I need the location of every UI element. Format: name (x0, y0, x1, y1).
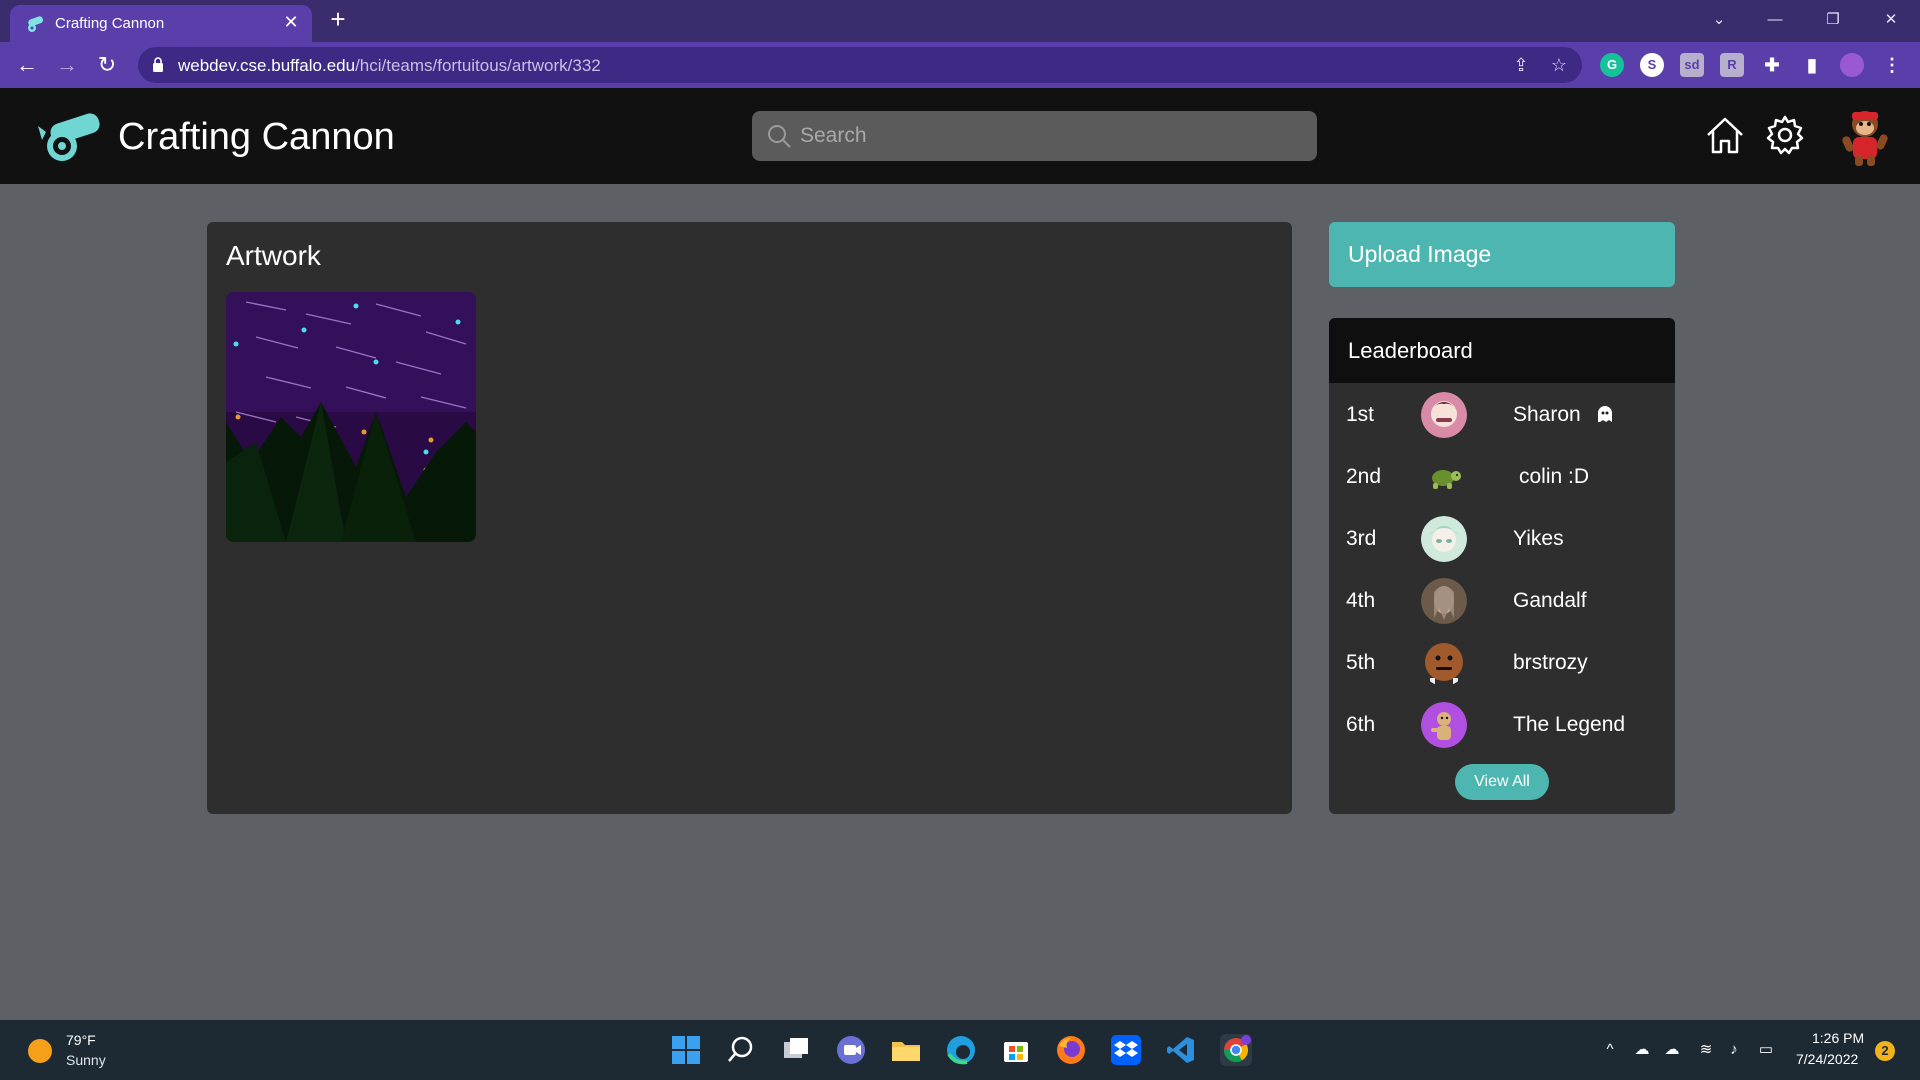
weather-condition[interactable]: Sunny (66, 1052, 106, 1068)
new-tab-button[interactable]: + (324, 6, 352, 34)
restore-button[interactable]: ❐ (1810, 4, 1856, 36)
extensions-puzzle-icon[interactable]: ✚ (1760, 53, 1784, 77)
search-input[interactable] (800, 111, 1300, 161)
home-icon[interactable] (1704, 114, 1746, 156)
leaderboard-name: colin :D (1519, 465, 1590, 488)
firefox-icon[interactable] (1055, 1034, 1087, 1066)
leaderboard-header: Leaderboard (1329, 318, 1675, 383)
side-panel-icon[interactable]: ▮ (1800, 53, 1824, 77)
browser-tabstrip: Crafting Cannon ✕ + ⌄ — ❐ ✕ (0, 0, 1920, 42)
weather-temperature[interactable]: 79°F (66, 1032, 96, 1048)
leaderboard-name: Sharon (1513, 403, 1615, 427)
view-all-button[interactable]: View All (1455, 764, 1549, 800)
cannon-favicon-icon (28, 16, 44, 32)
leaderboard-row[interactable]: 1st Sharon (1329, 383, 1675, 445)
browser-toolbar: ← → ↻ webdev.cse.buffalo.edu/hci/teams/f… (0, 42, 1920, 88)
volume-icon[interactable]: ♪ (1724, 1040, 1744, 1060)
address-bar[interactable]: webdev.cse.buffalo.edu/hci/teams/fortuit… (138, 47, 1582, 83)
r-extension-icon[interactable]: R (1720, 53, 1744, 77)
clock-date[interactable]: 7/24/2022 (1796, 1051, 1858, 1067)
gear-icon[interactable] (1764, 114, 1806, 156)
chrome-icon[interactable] (1220, 1034, 1252, 1066)
microsoft-store-icon[interactable] (1000, 1034, 1032, 1066)
edge-browser-icon[interactable] (945, 1034, 977, 1066)
file-explorer-icon[interactable] (890, 1034, 922, 1066)
tab-title: Crafting Cannon (55, 15, 165, 32)
s-extension-icon[interactable]: S (1640, 53, 1664, 77)
vscode-icon[interactable] (1165, 1034, 1197, 1066)
windows-taskbar: 79°F Sunny ^ ☁ ☁ ≋ ♪ ▭ 1:26 PM 7/24/2022… (0, 1020, 1920, 1080)
url-text: webdev.cse.buffalo.edu/hci/teams/fortuit… (178, 56, 601, 76)
tab-search-chevron-icon[interactable]: ⌄ (1696, 4, 1742, 36)
artwork-thumbnail[interactable] (226, 292, 476, 542)
leaderboard-name: The Legend (1513, 713, 1626, 736)
browser-tab-active[interactable]: Crafting Cannon ✕ (10, 5, 312, 42)
sd-extension-icon[interactable]: sd (1680, 53, 1704, 77)
close-window-button[interactable]: ✕ (1868, 4, 1914, 36)
share-icon[interactable]: ⇪ (1510, 54, 1532, 76)
leaderboard-row[interactable]: 3rd Yikes (1329, 507, 1675, 569)
leaderboard-row[interactable]: 2nd colin :D (1329, 445, 1675, 507)
site-title[interactable]: Crafting Cannon (118, 116, 395, 159)
leaderboard-rank: 5th (1346, 651, 1376, 674)
taskbar-search-icon[interactable] (725, 1034, 757, 1066)
onedrive-icon[interactable]: ☁ (1632, 1040, 1652, 1060)
forward-button[interactable]: → (52, 50, 82, 80)
url-path: /hci/teams/fortuitous/artwork/332 (355, 56, 601, 75)
tab-close-icon[interactable]: ✕ (280, 11, 302, 33)
clock-time[interactable]: 1:26 PM (1812, 1030, 1864, 1046)
leaderboard-avatar[interactable] (1421, 578, 1467, 624)
ghost-icon (1597, 406, 1612, 422)
user-avatar[interactable] (1836, 106, 1894, 168)
url-host: webdev.cse.buffalo.edu (178, 56, 356, 75)
windows-start-icon[interactable] (670, 1034, 702, 1066)
back-button[interactable]: ← (12, 50, 42, 80)
search-icon (768, 125, 791, 148)
leaderboard-rank: 4th (1346, 589, 1376, 612)
sun-weather-icon[interactable] (28, 1039, 52, 1063)
leaderboard-avatar[interactable] (1421, 454, 1467, 500)
leaderboard-row[interactable]: 6th The Legend (1329, 693, 1675, 755)
notification-badge[interactable]: 2 (1875, 1041, 1895, 1061)
minimize-button[interactable]: — (1752, 4, 1798, 36)
browser-profile-avatar[interactable] (1840, 53, 1864, 77)
search-bar[interactable] (752, 111, 1317, 161)
bookmark-star-icon[interactable]: ☆ (1548, 54, 1570, 76)
onedrive-error-icon[interactable]: ☁ (1662, 1040, 1682, 1060)
artwork-panel: Artwork (207, 222, 1292, 814)
cannon-logo-icon[interactable] (36, 110, 108, 162)
dropbox-icon[interactable] (1110, 1034, 1142, 1066)
leaderboard-rank: 6th (1346, 713, 1376, 736)
leaderboard-rank: 2nd (1346, 465, 1382, 488)
leaderboard-rank: 3rd (1346, 527, 1377, 550)
upload-image-label: Upload Image (1348, 241, 1492, 267)
leaderboard-title: Leaderboard (1348, 338, 1473, 363)
leaderboard-avatar[interactable] (1421, 640, 1467, 686)
leaderboard-rank: 1st (1346, 403, 1375, 426)
task-view-icon[interactable] (780, 1034, 812, 1066)
leaderboard-row[interactable]: 4th Gandalf (1329, 569, 1675, 631)
lock-icon (153, 57, 163, 72)
artwork-heading: Artwork (226, 240, 321, 271)
leaderboard-row[interactable]: 5th brstrozy (1329, 631, 1675, 693)
leaderboard-name: brstrozy (1513, 651, 1588, 674)
site-header: Crafting Cannon (0, 88, 1920, 184)
leaderboard-avatar[interactable] (1421, 702, 1467, 748)
upload-image-button[interactable]: Upload Image (1329, 222, 1675, 287)
leaderboard-name-text: Sharon (1513, 403, 1581, 426)
battery-icon[interactable]: ▭ (1756, 1040, 1776, 1060)
leaderboard-name: Yikes (1513, 527, 1564, 550)
browser-menu-icon[interactable]: ⋮ (1880, 53, 1904, 77)
leaderboard-panel: Leaderboard 1st Sharon 2nd colin :D 3rd … (1329, 318, 1675, 814)
leaderboard-name: Gandalf (1513, 589, 1587, 612)
wifi-icon[interactable]: ≋ (1696, 1040, 1716, 1060)
tray-overflow-chevron-icon[interactable]: ^ (1600, 1040, 1620, 1060)
leaderboard-avatar[interactable] (1421, 516, 1467, 562)
leaderboard-avatar[interactable] (1421, 392, 1467, 438)
reload-button[interactable]: ↻ (92, 50, 122, 80)
grammarly-extension-icon[interactable]: G (1600, 53, 1624, 77)
teams-chat-icon[interactable] (835, 1034, 867, 1066)
